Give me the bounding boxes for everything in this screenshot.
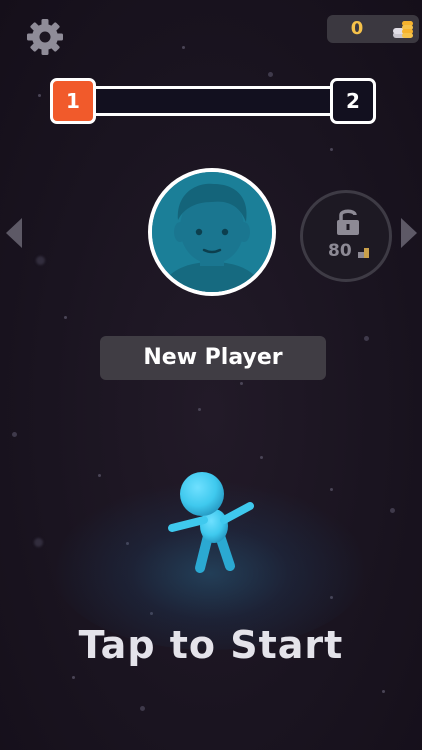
background-star — [330, 488, 333, 491]
selected-avatar[interactable] — [148, 168, 276, 296]
background-star — [198, 408, 201, 411]
background-star — [260, 456, 263, 459]
game-screen[interactable]: 0 1 2 80 New Player Tap to Start — [0, 0, 422, 750]
background-star — [268, 72, 273, 77]
background-star — [36, 256, 45, 265]
coin-icon — [358, 248, 369, 258]
current-level-badge: 1 — [50, 78, 96, 124]
background-star — [182, 46, 185, 49]
unlock-cost: 80 — [328, 241, 352, 261]
background-star — [330, 148, 333, 151]
background-star — [240, 382, 243, 385]
background-star — [382, 690, 385, 693]
next-level-badge: 2 — [330, 78, 376, 124]
lock-icon — [337, 209, 359, 235]
background-star — [38, 94, 41, 97]
background-star — [390, 508, 395, 513]
player-name: New Player — [143, 345, 283, 370]
background-star — [12, 432, 17, 437]
background-star — [98, 474, 101, 477]
coin-count: 0 — [350, 18, 364, 39]
player-face-icon — [152, 172, 272, 292]
background-star — [34, 538, 43, 547]
tap-to-start-button[interactable]: Tap to Start — [0, 620, 422, 670]
coin-stack-icon — [393, 21, 413, 38]
player-character — [168, 472, 254, 573]
coin-counter: 0 — [327, 15, 419, 43]
chevron-left-icon[interactable] — [4, 216, 24, 250]
background-star — [72, 676, 75, 679]
locked-avatar[interactable]: 80 — [300, 190, 392, 282]
background-star — [364, 336, 369, 341]
player-name-button[interactable]: New Player — [100, 336, 326, 380]
background-star — [140, 706, 145, 711]
chevron-right-icon[interactable] — [399, 216, 419, 250]
level-progress-bar — [74, 86, 354, 116]
gear-icon[interactable] — [22, 14, 68, 60]
background-star — [64, 316, 67, 319]
